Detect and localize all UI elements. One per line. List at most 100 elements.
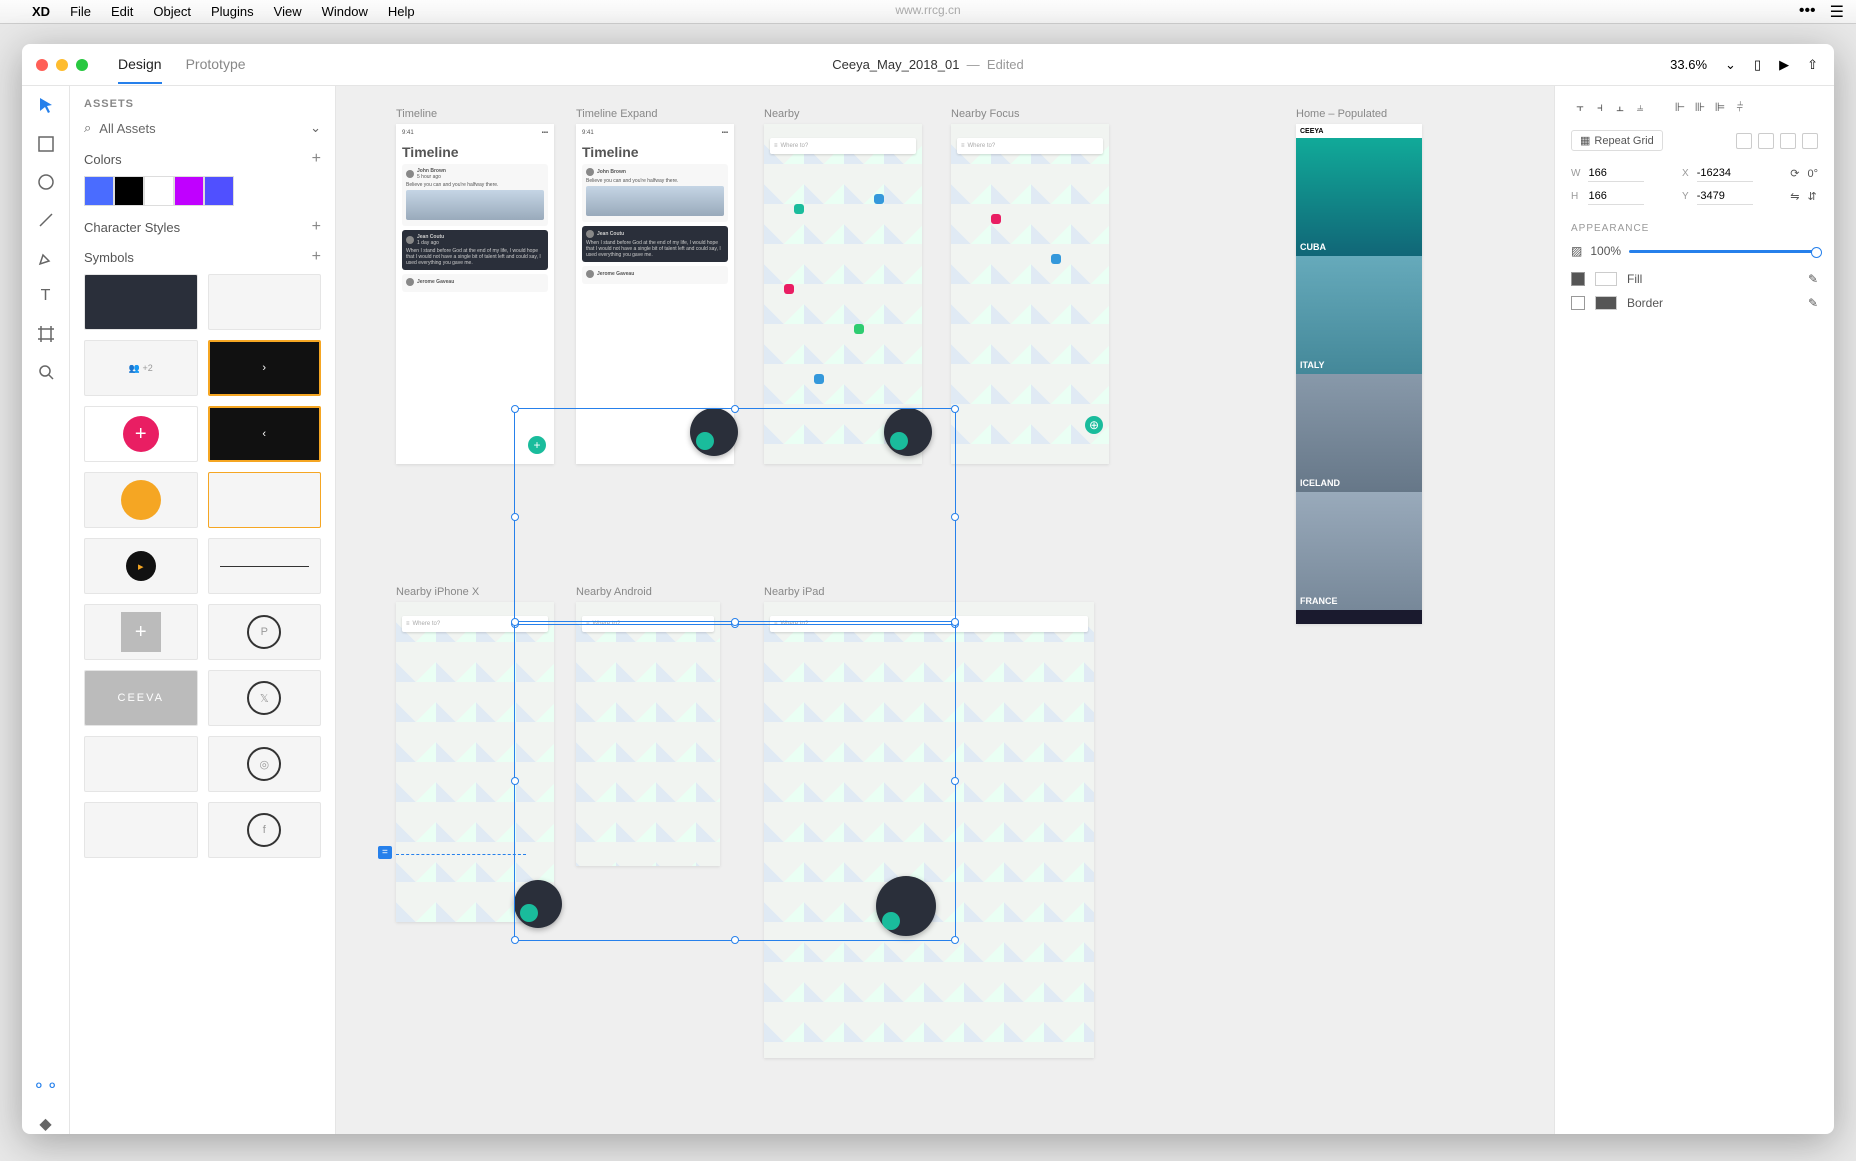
boolean-exclude-icon[interactable] [1802,133,1818,149]
symbol-item[interactable] [84,274,198,330]
menu-view[interactable]: View [274,4,302,19]
boolean-subtract-icon[interactable] [1758,133,1774,149]
distribute-h-icon[interactable]: ⫩ [1731,98,1749,116]
rotation-value[interactable]: 0° [1807,168,1818,180]
repeat-grid-button[interactable]: ▦Repeat Grid [1571,130,1663,151]
symbol-item[interactable]: 𝕏 [208,670,322,726]
border-checkbox[interactable] [1571,296,1585,310]
symbol-item[interactable] [84,802,198,858]
symbol-item[interactable]: 👥 +2 [84,340,198,396]
align-vcenter-icon[interactable]: ⫞ [1591,98,1609,116]
map-pin[interactable] [874,194,884,204]
assets-icon[interactable]: ⚬⚬ [36,1076,56,1096]
share-icon[interactable]: ⇧ [1807,57,1818,73]
symbol-item[interactable]: ‹ [208,406,322,462]
select-tool-icon[interactable] [36,96,56,116]
flip-v-icon[interactable]: ⇵ [1807,190,1818,203]
play-icon[interactable]: ▶ [1779,57,1789,73]
y-input[interactable] [1697,188,1753,205]
opacity-value[interactable]: 100% [1590,244,1621,258]
artboard-label[interactable]: Nearby Android [576,586,652,598]
flip-h-icon[interactable]: ⇋ [1790,190,1799,203]
map-pin[interactable] [784,284,794,294]
opacity-slider[interactable] [1629,250,1818,253]
artboard-timeline[interactable]: 9:41▪▪▪ Timeline John Brown5 hour agoBel… [396,124,554,464]
fill-checkbox[interactable] [1571,272,1585,286]
rectangle-tool-icon[interactable] [36,134,56,154]
zoom-chevron-icon[interactable]: ⌄ [1725,57,1736,73]
swatch[interactable] [84,176,114,206]
swatch[interactable] [204,176,234,206]
swatch[interactable] [144,176,174,206]
fab-menu-icon[interactable] [514,880,562,928]
map-pin[interactable] [814,374,824,384]
home-item[interactable]: FRANCE [1300,596,1338,606]
menu-extra-dots-icon[interactable]: ••• [1799,2,1816,22]
home-item[interactable]: ITALY [1300,360,1325,370]
artboard-nearby-android[interactable]: ≡Where to? [576,602,720,866]
assets-search[interactable]: ⌕ All Assets ⌄ [84,120,321,136]
symbol-item[interactable] [84,736,198,792]
map-pin[interactable] [854,324,864,334]
add-color-icon[interactable]: + [312,150,321,168]
artboard-label[interactable]: Nearby Focus [951,108,1019,120]
fab-locate-icon[interactable]: ⊕ [1085,416,1103,434]
artboard-tool-icon[interactable] [36,324,56,344]
menu-object[interactable]: Object [153,4,191,19]
artboard-nearby-ipad[interactable]: ≡Where to? [764,602,1094,1058]
artboard-label[interactable]: Nearby [764,108,799,120]
border-swatch[interactable] [1595,296,1617,310]
boolean-intersect-icon[interactable] [1780,133,1796,149]
artboard-label[interactable]: Timeline Expand [576,108,658,120]
canvas[interactable]: Timeline Timeline Expand Nearby Nearby F… [336,86,1554,1134]
menu-plugins[interactable]: Plugins [211,4,254,19]
fill-swatch[interactable] [1595,272,1617,286]
align-left-icon[interactable]: ⊩ [1671,98,1689,116]
swatch[interactable] [174,176,204,206]
menu-window[interactable]: Window [322,4,368,19]
fab-menu-icon[interactable] [876,876,936,936]
map-pin[interactable] [991,214,1001,224]
add-symbol-icon[interactable]: + [312,248,321,266]
rotate-icon[interactable]: ⟳ [1790,167,1799,180]
symbol-item[interactable] [208,472,322,528]
eyedropper-icon[interactable]: ✎ [1808,296,1818,310]
artboard-label[interactable]: Home – Populated [1296,108,1387,120]
symbol-item[interactable]: ▸ [84,538,198,594]
text-tool-icon[interactable]: T [36,286,56,306]
line-tool-icon[interactable] [36,210,56,230]
height-input[interactable] [1588,188,1644,205]
home-item[interactable]: ICELAND [1300,478,1340,488]
close-icon[interactable] [36,59,48,71]
symbol-item[interactable] [208,538,322,594]
pen-tool-icon[interactable] [36,248,56,268]
distribute-v-icon[interactable]: ⫨ [1631,98,1649,116]
symbol-item[interactable] [84,472,198,528]
ellipse-tool-icon[interactable] [36,172,56,192]
symbol-item[interactable]: CEEVA [84,670,198,726]
symbol-item[interactable]: P [208,604,322,660]
eyedropper-icon[interactable]: ✎ [1808,272,1818,286]
map-searchbar[interactable]: ≡Where to? [582,616,714,632]
chevron-down-icon[interactable]: ⌄ [310,120,321,136]
menu-help[interactable]: Help [388,4,415,19]
map-searchbar[interactable]: ≡Where to? [402,616,548,632]
align-hcenter-icon[interactable]: ⊪ [1691,98,1709,116]
layers-icon[interactable]: ◆ [36,1114,56,1134]
menu-extra-list-icon[interactable]: ☰ [1830,2,1844,22]
home-item[interactable]: CUBA [1300,242,1326,252]
map-pin[interactable] [794,204,804,214]
tab-prototype[interactable]: Prototype [186,46,246,84]
swatch[interactable] [114,176,144,206]
tab-design[interactable]: Design [118,46,162,84]
align-right-icon[interactable]: ⊫ [1711,98,1729,116]
symbol-item[interactable]: + [84,604,198,660]
menu-file[interactable]: File [70,4,91,19]
artboard-label[interactable]: Nearby iPhone X [396,586,479,598]
map-searchbar[interactable]: ≡Where to? [770,138,916,154]
map-pin[interactable] [1051,254,1061,264]
map-searchbar[interactable]: ≡Where to? [957,138,1103,154]
symbol-item[interactable]: f [208,802,322,858]
menu-edit[interactable]: Edit [111,4,133,19]
add-style-icon[interactable]: + [312,218,321,236]
